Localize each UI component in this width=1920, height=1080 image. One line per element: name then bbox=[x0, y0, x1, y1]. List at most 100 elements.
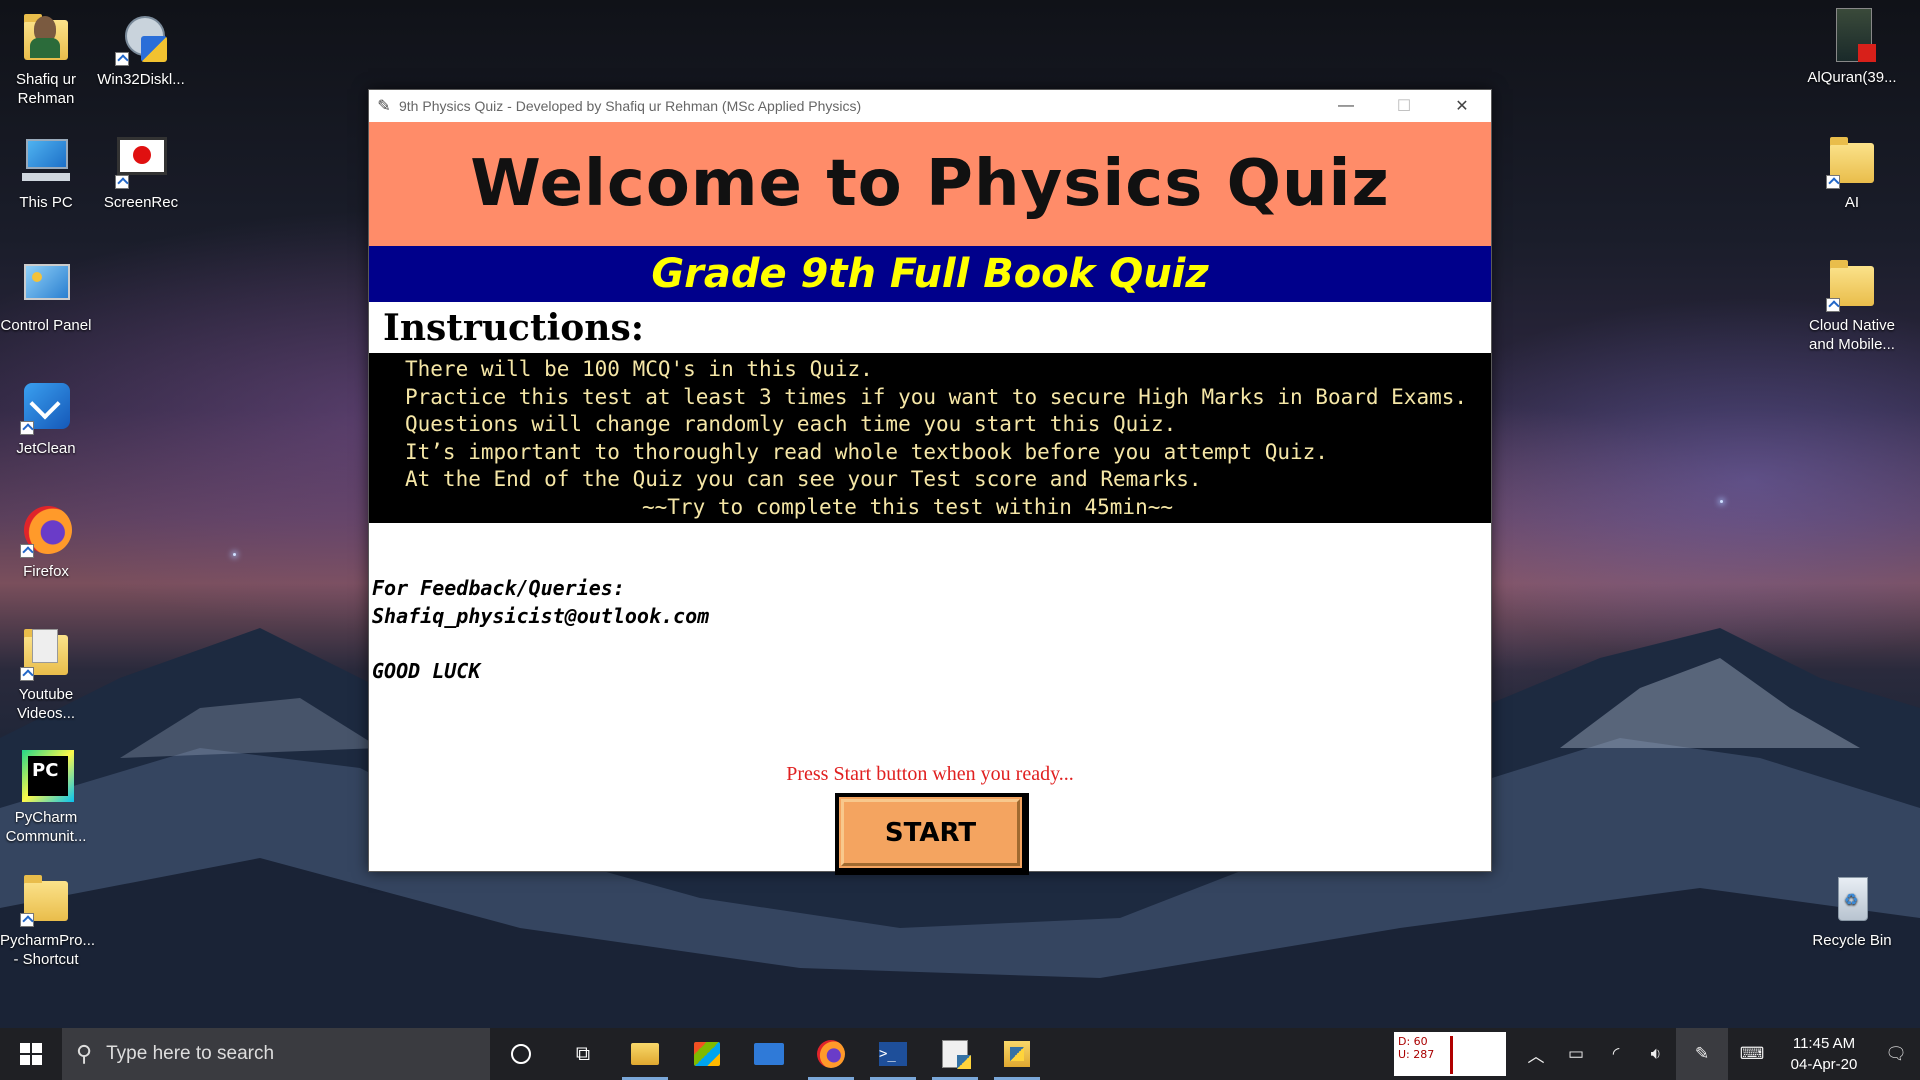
search-icon: ⚲ bbox=[76, 1041, 93, 1066]
desktop-icon-recycle-bin[interactable]: ♻ Recycle Bin bbox=[1806, 871, 1898, 950]
jetclean-icon bbox=[18, 379, 74, 435]
feedback-section: For Feedback/Queries: Shafiq_physicist@o… bbox=[369, 523, 1491, 685]
desktop-icon-youtube-videos[interactable]: Youtube Videos... bbox=[0, 625, 92, 723]
start-button-label: START bbox=[884, 817, 977, 848]
desktop-icon-label: Control Panel bbox=[0, 317, 92, 334]
ready-prompt: Press Start button when you ready... bbox=[786, 763, 1074, 785]
desktop-icon-label: This PC bbox=[19, 194, 73, 211]
desktop-icon-win32disk[interactable]: Win32Diskl... bbox=[95, 10, 187, 89]
desktop-icon-shafiq[interactable]: Shafiq ur Rehman bbox=[0, 10, 92, 108]
desktop-icon-label: Youtube Videos... bbox=[16, 686, 76, 722]
good-luck-text: GOOD LUCK bbox=[372, 658, 481, 683]
cortana-button[interactable] bbox=[490, 1028, 552, 1080]
clock-time: 11:45 AM bbox=[1792, 1035, 1856, 1052]
desktop-icon-alquran[interactable]: AlQuran(39... bbox=[1806, 8, 1898, 87]
touch-keyboard-icon[interactable]: ⌨ bbox=[1728, 1044, 1776, 1064]
net-activity-bar bbox=[1450, 1036, 1453, 1074]
maximize-button[interactable]: ☐ bbox=[1375, 90, 1433, 122]
desktop-icon-this-pc[interactable]: This PC bbox=[0, 133, 92, 212]
instructions-box: There will be 100 MCQ's in this Quiz. Pr… bbox=[369, 353, 1491, 523]
desktop-icon-label: Cloud Native and Mobile... bbox=[1809, 317, 1895, 353]
desktop-icon-label: Firefox bbox=[23, 563, 69, 580]
desktop-icon-pycharm[interactable]: PC PyCharm Communit... bbox=[0, 748, 92, 846]
banner-heading: Welcome to Physics Quiz bbox=[470, 147, 1390, 221]
instruction-line: Questions will change randomly each time… bbox=[405, 412, 1177, 436]
pdf-book-icon bbox=[1824, 8, 1880, 64]
desktop-icon-label: AI bbox=[1844, 194, 1860, 211]
instruction-line: There will be 100 MCQ's in this Quiz. bbox=[405, 357, 873, 381]
win32-disk-imager-icon bbox=[113, 10, 169, 66]
file-explorer-icon bbox=[631, 1043, 659, 1065]
computer-icon bbox=[18, 133, 74, 189]
mail-icon bbox=[754, 1043, 784, 1065]
taskbar-search-box[interactable]: ⚲ Type here to search bbox=[62, 1028, 490, 1080]
close-button[interactable]: ✕ bbox=[1433, 90, 1491, 122]
instruction-line: Practice this test at least 3 times if y… bbox=[405, 384, 1468, 409]
wifi-icon[interactable]: ◜ bbox=[1596, 1044, 1636, 1064]
desktop-icon-label: ScreenRec bbox=[103, 194, 179, 211]
taskbar-file-explorer[interactable] bbox=[614, 1028, 676, 1080]
desktop-icon-label: Win32Diskl... bbox=[97, 71, 185, 88]
desktop-icon-label: AlQuran(39... bbox=[1807, 69, 1897, 86]
star-glow bbox=[1720, 500, 1723, 503]
user-folder-icon bbox=[18, 10, 74, 66]
desktop-icon-control-panel[interactable]: Control Panel bbox=[0, 256, 92, 335]
instructions-heading-row: Instructions: bbox=[369, 302, 1491, 353]
desktop-icon-label: JetClean bbox=[16, 440, 76, 457]
task-view-icon: ⧉ bbox=[575, 1042, 591, 1065]
taskbar-powershell[interactable]: >_ bbox=[862, 1028, 924, 1080]
desktop-icon-pycharmpro-shortcut[interactable]: PycharmPro... - Shortcut bbox=[0, 871, 96, 969]
pen-workspace-icon[interactable]: ✎ bbox=[1676, 1028, 1728, 1080]
control-panel-icon bbox=[18, 256, 74, 312]
folder-icon bbox=[1824, 133, 1880, 189]
quiz-window: ✎ 9th Physics Quiz - Developed by Shafiq… bbox=[368, 89, 1492, 875]
desktop-icon-label: PycharmPro... - Shortcut bbox=[0, 932, 96, 968]
taskbar-mail[interactable] bbox=[738, 1028, 800, 1080]
taskbar: ⚲ Type here to search ⧉ >_ D: 60 U: 287 … bbox=[0, 1028, 1920, 1080]
store-bag-icon bbox=[694, 1042, 720, 1066]
instruction-line: It’s important to thoroughly read whole … bbox=[405, 439, 1328, 464]
clock[interactable]: 11:45 AM 04-Apr-20 bbox=[1776, 1033, 1872, 1075]
feather-app-icon: ✎ bbox=[377, 98, 391, 115]
start-button[interactable]: START bbox=[835, 793, 1029, 875]
instructions-heading: Instructions: bbox=[383, 306, 645, 349]
taskbar-python-app[interactable] bbox=[924, 1028, 986, 1080]
desktop-icon-jetclean[interactable]: JetClean bbox=[0, 379, 92, 458]
title-bar[interactable]: ✎ 9th Physics Quiz - Developed by Shafiq… bbox=[369, 90, 1491, 122]
clock-date: 04-Apr-20 bbox=[1790, 1056, 1858, 1073]
grade-banner: Grade 9th Full Book Quiz bbox=[369, 246, 1491, 302]
chevron-up-icon[interactable]: ︿ bbox=[1516, 1042, 1556, 1067]
desktop-icon-ai[interactable]: AI bbox=[1806, 133, 1898, 212]
python-launcher-icon bbox=[1004, 1041, 1030, 1067]
taskbar-store[interactable] bbox=[676, 1028, 738, 1080]
grade-heading: Grade 9th Full Book Quiz bbox=[651, 251, 1209, 297]
desktop-icon-label: Shafiq ur Rehman bbox=[15, 71, 77, 107]
network-monitor-widget[interactable]: D: 60 U: 287 bbox=[1394, 1032, 1506, 1076]
desktop-icon-label: Recycle Bin bbox=[1812, 932, 1892, 949]
desktop-icon-firefox[interactable]: Firefox bbox=[0, 502, 92, 581]
battery-icon[interactable]: ▭ bbox=[1556, 1044, 1596, 1064]
firefox-icon bbox=[817, 1040, 845, 1068]
feedback-email: Shafiq_physicist@outlook.com bbox=[372, 603, 710, 628]
taskbar-firefox[interactable] bbox=[800, 1028, 862, 1080]
cortana-circle-icon bbox=[511, 1044, 531, 1064]
desktop-icon-screenrec[interactable]: ScreenRec bbox=[95, 133, 187, 212]
pycharm-icon: PC bbox=[18, 748, 74, 804]
desktop-icon-label: PyCharm Communit... bbox=[5, 809, 87, 845]
python-file-icon bbox=[942, 1040, 971, 1069]
welcome-banner: Welcome to Physics Quiz bbox=[369, 122, 1491, 246]
volume-icon[interactable]: 🔉︎ bbox=[1636, 1044, 1676, 1064]
folder-icon bbox=[18, 625, 74, 681]
star-glow bbox=[233, 553, 236, 556]
task-view-button[interactable]: ⧉ bbox=[552, 1028, 614, 1080]
taskbar-python-launcher[interactable] bbox=[986, 1028, 1048, 1080]
desktop-icon-cloud-native[interactable]: Cloud Native and Mobile... bbox=[1806, 256, 1898, 354]
screen-recorder-icon bbox=[113, 133, 169, 189]
start-menu-button[interactable] bbox=[0, 1028, 62, 1080]
folder-icon bbox=[1824, 256, 1880, 312]
minimize-button[interactable]: — bbox=[1317, 90, 1375, 122]
notifications-icon[interactable]: 🗨︎ bbox=[1872, 1044, 1920, 1064]
window-title: 9th Physics Quiz - Developed by Shafiq u… bbox=[399, 98, 862, 114]
recycle-bin-icon: ♻ bbox=[1824, 871, 1880, 927]
instruction-line: At the End of the Quiz you can see your … bbox=[405, 467, 1202, 491]
